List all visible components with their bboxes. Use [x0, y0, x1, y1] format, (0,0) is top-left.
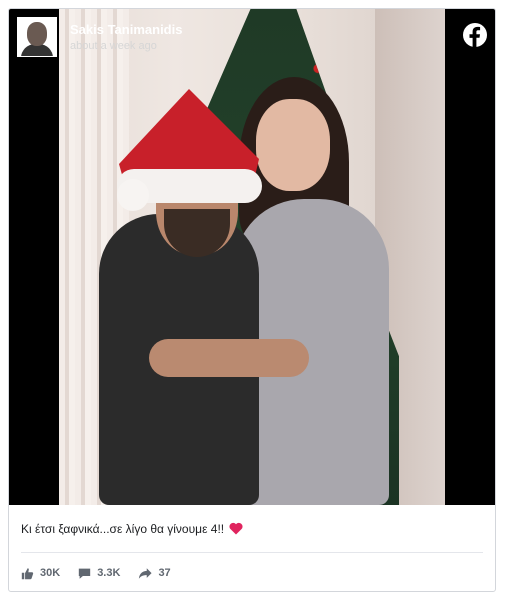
comments-count: 3.3K — [97, 567, 121, 579]
man-arm — [149, 339, 309, 377]
shares-count: 37 — [158, 567, 171, 579]
likes-count: 30K — [40, 567, 61, 579]
post-media[interactable]: Sakis Tanimanidis about a week ago — [9, 9, 495, 505]
heart-icon — [229, 522, 243, 535]
comment-icon — [79, 568, 91, 579]
facebook-icon[interactable] — [463, 23, 487, 47]
avatar-face — [27, 22, 47, 46]
post-photo[interactable] — [59, 9, 445, 505]
post-timestamp[interactable]: about a week ago — [70, 40, 157, 53]
shares-stat[interactable]: 37 — [138, 567, 171, 580]
santa-hat-pom — [117, 179, 149, 211]
caption-text: Κι έτσι ξαφνικά...σε λίγο θα γίνουμε 4!! — [21, 522, 225, 536]
divider — [21, 552, 483, 553]
woman-face — [256, 99, 330, 191]
facebook-post-embed: Sakis Tanimanidis about a week ago Κι έτ… — [8, 8, 496, 592]
author-name[interactable]: Sakis Tanimanidis — [70, 22, 182, 37]
avatar[interactable] — [17, 17, 57, 57]
comments-stat[interactable]: 3.3K — [78, 567, 120, 580]
post-caption: Κι έτσι ξαφνικά...σε λίγο θα γίνουμε 4!! — [21, 521, 243, 537]
thumbs-up-icon — [21, 567, 34, 579]
post-header: Sakis Tanimanidis about a week ago — [9, 9, 495, 69]
likes-stat[interactable]: 30K — [21, 567, 60, 580]
share-arrow-icon — [139, 567, 152, 579]
engagement-stats: 30K 3.3K 37 — [21, 565, 171, 581]
